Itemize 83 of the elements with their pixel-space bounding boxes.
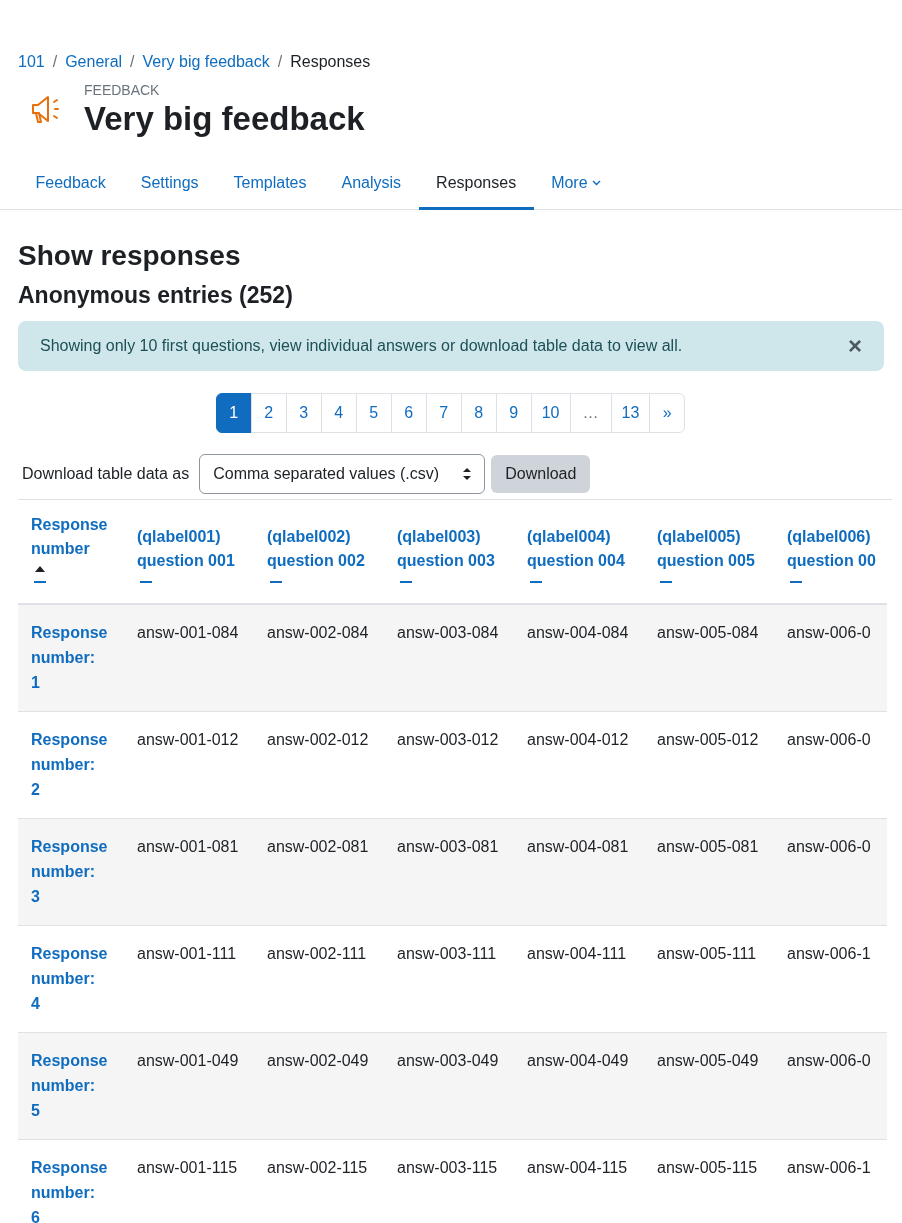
breadcrumb-link[interactable]: 101 <box>18 53 45 71</box>
answer-cell: answ-005-115 <box>644 1139 774 1223</box>
answer-cell: answ-004-115 <box>514 1139 644 1223</box>
breadcrumb-separator: / <box>130 53 135 71</box>
answer-cell: answ-003-115 <box>384 1139 514 1223</box>
alert-message: Showing only 10 first questions, view individual answers or download table data to view all. <box>40 337 683 355</box>
answer-cell: answ-002-049 <box>254 1032 384 1140</box>
close-button[interactable]: × <box>848 332 862 360</box>
column-header-link[interactable]: (qlabel003) question 003 <box>397 525 501 573</box>
breadcrumb-separator: / <box>52 53 58 71</box>
page-link[interactable]: 4 <box>320 393 357 433</box>
page-link[interactable]: 6 <box>390 393 427 433</box>
answer-cell: answ-006-1 <box>774 925 887 1033</box>
answer-cell: answ-003-049 <box>384 1032 514 1140</box>
more-menu-tab[interactable]: More <box>533 158 619 210</box>
chevron-down-icon <box>591 179 601 186</box>
nav-tab[interactable]: Feedback <box>18 158 124 210</box>
answer-cell: answ-001-049 <box>124 1032 254 1140</box>
breadcrumb-link[interactable]: General <box>65 53 123 71</box>
section-heading: Show responses <box>18 240 242 272</box>
answer-cell: answ-004-111 <box>514 925 644 1033</box>
answer-cell: answ-005-049 <box>644 1032 774 1140</box>
answer-cell: answ-006-0 <box>774 1032 887 1140</box>
answer-cell: answ-005-012 <box>644 711 774 819</box>
download-label: Download table data as <box>22 465 190 483</box>
response-link[interactable]: Response number: 4 <box>31 941 111 1016</box>
answer-cell: answ-001-084 <box>124 604 254 712</box>
page-link[interactable]: 13 <box>610 393 651 433</box>
answer-cell: answ-001-111 <box>124 925 254 1033</box>
page-link[interactable]: 9 <box>495 393 532 433</box>
page-link[interactable]: 10 <box>530 393 571 433</box>
page-link[interactable]: 2 <box>250 393 287 433</box>
response-link[interactable]: Response number: 6 <box>31 1155 111 1223</box>
column-header-link[interactable]: Response number <box>31 513 111 561</box>
answer-cell: answ-003-084 <box>384 604 514 712</box>
response-link[interactable]: Response number: 2 <box>31 727 111 802</box>
nav-tab[interactable]: Analysis <box>324 158 419 210</box>
page-link[interactable]: 8 <box>460 393 497 433</box>
page-link[interactable]: 1 <box>215 393 252 433</box>
answer-cell: answ-004-012 <box>514 711 644 819</box>
answer-cell: answ-003-012 <box>384 711 514 819</box>
answer-cell: answ-002-012 <box>254 711 384 819</box>
page-link[interactable]: 5 <box>355 393 392 433</box>
column-header-link[interactable]: (qlabel001) question 001 <box>137 525 241 573</box>
download-button[interactable]: Download <box>491 455 591 493</box>
nav-tab[interactable]: Templates <box>216 158 324 210</box>
nav-tab[interactable]: Responses <box>418 158 534 210</box>
answer-cell: answ-004-049 <box>514 1032 644 1140</box>
column-header-link[interactable]: (qlabel006) question 00 <box>787 525 887 573</box>
answer-cell: answ-001-012 <box>124 711 254 819</box>
answer-cell: answ-005-084 <box>644 604 774 712</box>
column-header-link[interactable]: (qlabel005) question 005 <box>657 525 761 573</box>
column-header-link[interactable]: (qlabel002) question 002 <box>267 525 371 573</box>
answer-cell: answ-004-084 <box>514 604 644 712</box>
answer-cell: answ-004-081 <box>514 818 644 926</box>
answer-cell: answ-006-0 <box>774 604 887 712</box>
format-select[interactable]: Comma separated values (.csv) <box>199 454 486 494</box>
answer-cell: answ-006-0 <box>774 711 887 819</box>
answer-cell: answ-005-111 <box>644 925 774 1033</box>
answer-cell: answ-006-1 <box>774 1139 887 1223</box>
answer-cell: answ-003-111 <box>384 925 514 1033</box>
breadcrumb-link[interactable]: Very big feedback <box>142 53 270 71</box>
answer-cell: answ-006-0 <box>774 818 887 926</box>
breadcrumb-current: Responses <box>290 53 371 71</box>
page-link[interactable]: 3 <box>285 393 322 433</box>
entries-heading: Anonymous entries (252) <box>18 282 294 309</box>
answer-cell: answ-005-081 <box>644 818 774 926</box>
page-link[interactable]: 7 <box>425 393 462 433</box>
answer-cell: answ-001-081 <box>124 818 254 926</box>
answer-cell: answ-003-081 <box>384 818 514 926</box>
page-link[interactable]: » <box>649 393 686 433</box>
updown-caret-icon <box>462 467 473 481</box>
answer-cell: answ-001-115 <box>124 1139 254 1223</box>
page-ellipsis: … <box>569 393 612 433</box>
nav-tab[interactable]: Settings <box>123 158 217 210</box>
column-header-link[interactable]: (qlabel004) question 004 <box>527 525 631 573</box>
answer-cell: answ-002-115 <box>254 1139 384 1223</box>
activity-type-label: FEEDBACK <box>84 82 161 98</box>
answer-cell: answ-002-084 <box>254 604 384 712</box>
answer-cell: answ-002-081 <box>254 818 384 926</box>
page-title: Very big feedback <box>84 100 365 138</box>
breadcrumb-separator: / <box>277 53 283 71</box>
answer-cell: answ-002-111 <box>254 925 384 1033</box>
